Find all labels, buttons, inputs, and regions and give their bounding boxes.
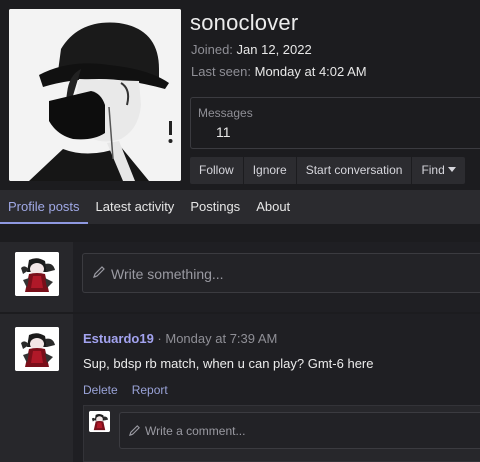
write-comment-placeholder: Write a comment... bbox=[145, 424, 246, 438]
messages-label: Messages bbox=[198, 106, 253, 120]
tab-postings[interactable]: Postings bbox=[182, 190, 248, 224]
report-link[interactable]: Report bbox=[132, 383, 168, 397]
start-conversation-button[interactable]: Start conversation bbox=[295, 157, 412, 184]
post-header: Estuardo19 · Monday at 7:39 AM bbox=[83, 331, 277, 346]
find-menu-button[interactable]: Find bbox=[411, 157, 465, 184]
profile-header: sonoclover Joined: Jan 12, 2022 Last see… bbox=[0, 0, 480, 190]
follow-button[interactable]: Follow bbox=[190, 157, 243, 184]
find-label: Find bbox=[421, 163, 445, 177]
write-something-input[interactable]: Write something... bbox=[82, 253, 480, 293]
write-something-placeholder: Write something... bbox=[111, 266, 224, 282]
joined-line: Joined: Jan 12, 2022 bbox=[191, 42, 312, 57]
last-seen-line: Last seen: Monday at 4:02 AM bbox=[191, 64, 367, 79]
profile-username: sonoclover bbox=[190, 10, 299, 35]
joined-value: Jan 12, 2022 bbox=[236, 42, 312, 57]
tab-about[interactable]: About bbox=[248, 190, 298, 224]
joined-label: Joined: bbox=[191, 42, 233, 57]
post-author-avatar-image bbox=[15, 327, 59, 371]
last-seen-label: Last seen: bbox=[191, 64, 251, 79]
post-body: Sup, bdsp rb match, when u can play? Gmt… bbox=[83, 356, 374, 371]
ignore-button[interactable]: Ignore bbox=[242, 157, 296, 184]
comment-avatar-image bbox=[89, 411, 110, 432]
profile-action-bar: Follow Ignore Start conversation Find bbox=[190, 157, 465, 184]
tab-latest-activity[interactable]: Latest activity bbox=[88, 190, 183, 224]
delete-link[interactable]: Delete bbox=[83, 383, 118, 397]
messages-count[interactable]: 11 bbox=[216, 124, 231, 140]
last-seen-value[interactable]: Monday at 4:02 AM bbox=[255, 64, 367, 79]
write-comment-input[interactable]: Write a comment... bbox=[119, 412, 480, 449]
pencil-icon bbox=[128, 425, 140, 437]
comment-avatar[interactable] bbox=[89, 411, 110, 432]
profile-avatar[interactable] bbox=[9, 9, 181, 181]
messages-stat: Messages 11 bbox=[190, 97, 480, 149]
profile-avatar-image bbox=[9, 9, 181, 181]
post-actions: Delete Report bbox=[83, 383, 168, 397]
post-separator: · bbox=[153, 331, 166, 346]
composer-avatar[interactable] bbox=[15, 252, 59, 296]
post-author-avatar[interactable] bbox=[15, 327, 59, 371]
pencil-icon bbox=[93, 266, 105, 278]
post-author-link[interactable]: Estuardo19 bbox=[83, 331, 154, 346]
post-timestamp[interactable]: Monday at 7:39 AM bbox=[165, 331, 277, 346]
tab-profile-posts[interactable]: Profile posts bbox=[0, 190, 88, 224]
caret-down-icon bbox=[447, 167, 456, 173]
composer-avatar-image bbox=[15, 252, 59, 296]
profile-tabs: Profile posts Latest activity Postings A… bbox=[0, 190, 480, 224]
